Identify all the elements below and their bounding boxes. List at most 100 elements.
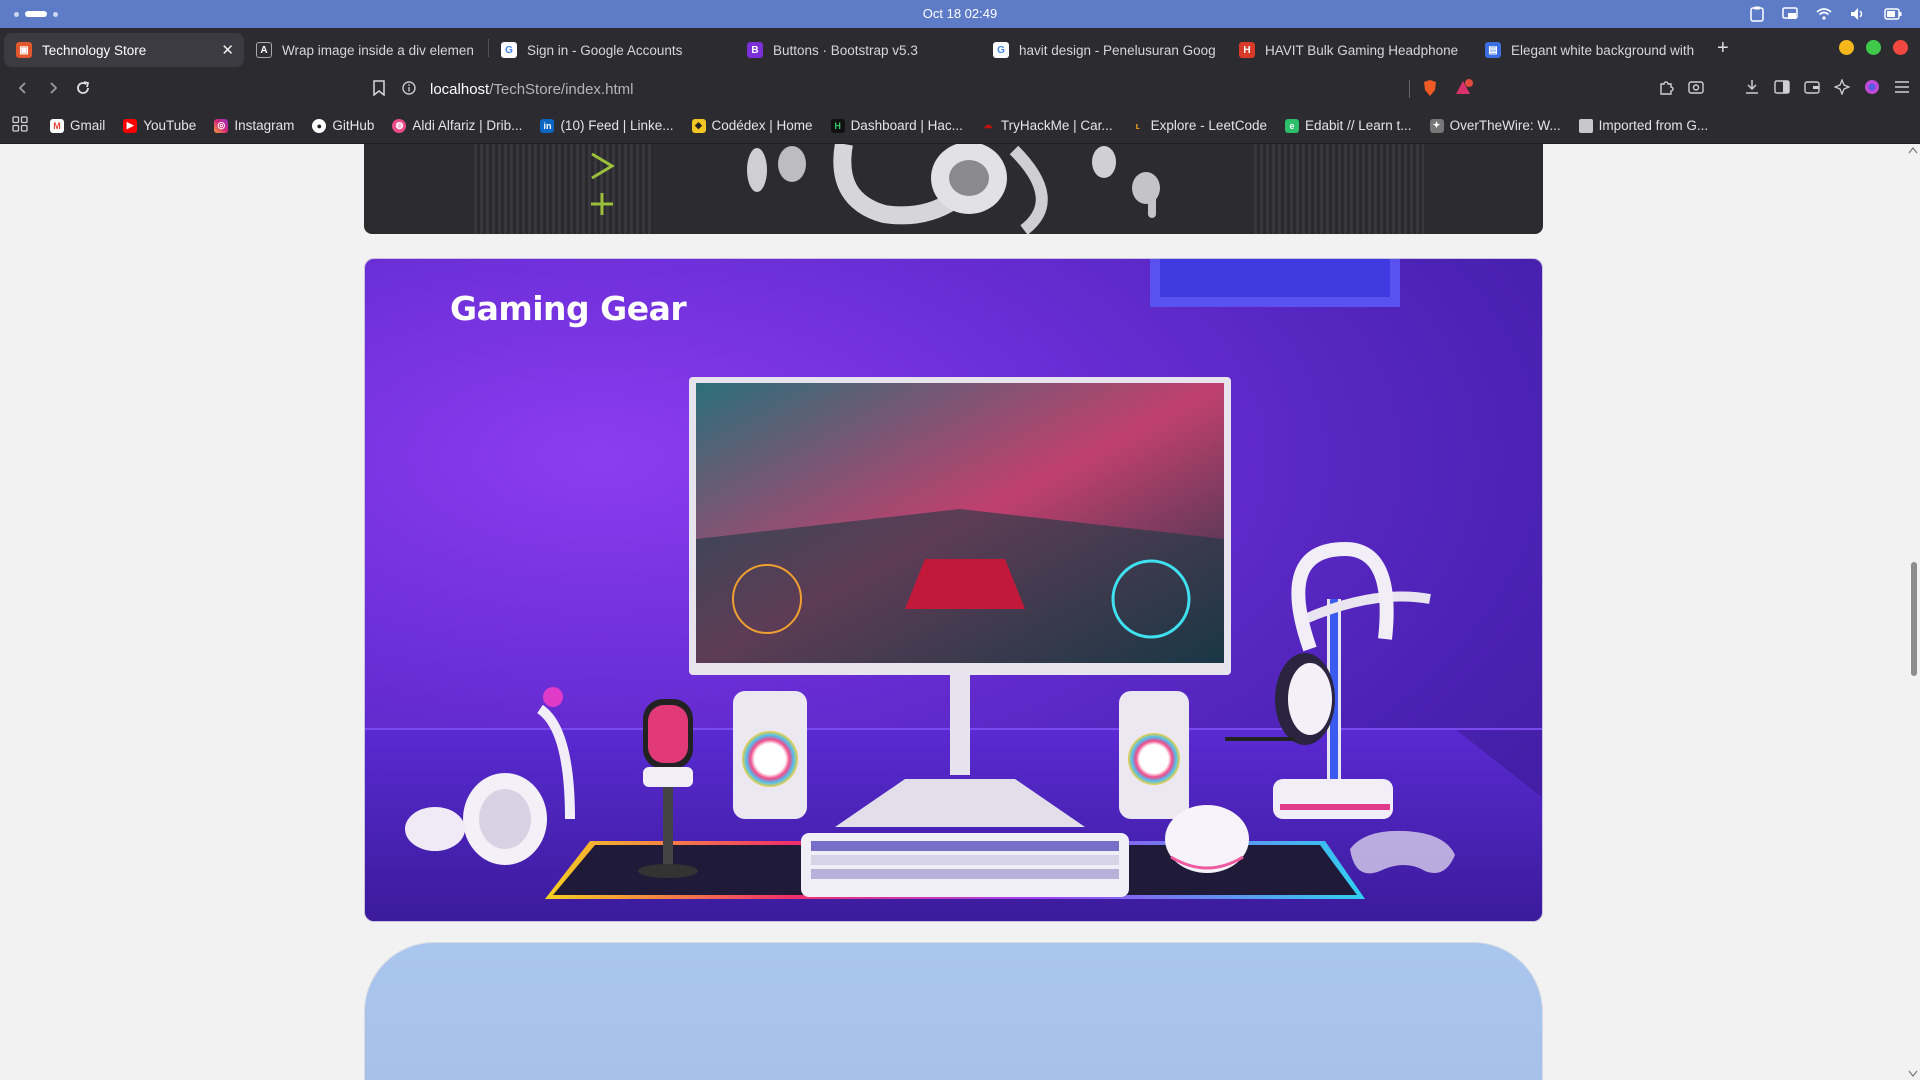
wifi-icon[interactable] <box>1816 8 1832 20</box>
tab-strip: ▣ Technology Store ✕ A Wrap image inside… <box>0 28 1920 68</box>
tab-title: Elegant white background with <box>1511 42 1695 58</box>
bookmark-youtube[interactable]: ▶ YouTube <box>123 118 196 133</box>
close-window-button[interactable] <box>1893 40 1908 55</box>
bookmark-leetcode[interactable]: ʟ Explore - LeetCode <box>1131 118 1267 133</box>
url-divider <box>1409 80 1410 98</box>
bookmark-instagram[interactable]: ◎ Instagram <box>214 118 294 133</box>
leo-ai-icon[interactable] <box>1833 77 1851 98</box>
screenshot-icon[interactable] <box>1688 79 1704 98</box>
bookmark-label: Dashboard | Hac... <box>850 118 963 133</box>
site-info-icon[interactable] <box>402 80 416 98</box>
url-path: /TechStore/index.html <box>489 80 634 98</box>
url-text[interactable]: localhost/TechStore/index.html <box>430 81 633 98</box>
tab-title: Sign in - Google Accounts <box>527 42 683 58</box>
bookmark-label: Codédex | Home <box>711 118 813 133</box>
apps-grid-icon[interactable] <box>12 116 28 135</box>
scroll-up-icon[interactable] <box>1908 146 1918 154</box>
sidebar-icon[interactable] <box>1774 79 1790 98</box>
maximize-button[interactable] <box>1866 40 1881 55</box>
bookmark-dribbble[interactable]: ◍ Aldi Alfariz | Drib... <box>392 118 522 133</box>
new-tab-icon[interactable]: + <box>1717 37 1729 60</box>
tab-havit-search[interactable]: G havit design - Penelusuran Goog <box>981 33 1227 67</box>
bookmark-github[interactable]: ● GitHub <box>312 118 374 133</box>
bookmark-label: TryHackMe | Car... <box>1000 118 1113 133</box>
leetcode-icon: ʟ <box>1135 120 1140 131</box>
next-category-card[interactable] <box>364 942 1543 1080</box>
tab-title: Technology Store <box>42 42 147 58</box>
os-clock[interactable]: Oct 18 02:49 <box>0 0 1920 28</box>
hackerrank-icon: H <box>830 118 845 133</box>
brave-shield-icon[interactable] <box>1422 79 1438 100</box>
bookmark-codedex[interactable]: ◆ Codédex | Home <box>691 118 813 133</box>
screen-cast-icon[interactable] <box>1782 7 1798 21</box>
brave-rewards-icon[interactable] <box>1454 79 1474 100</box>
bookmark-tryhackme[interactable]: ☁ TryHackMe | Car... <box>981 118 1113 133</box>
gaming-gear-title: Gaming Gear <box>450 289 687 328</box>
menu-icon[interactable] <box>1894 80 1910 97</box>
toolbar-actions <box>1658 74 1910 102</box>
bookmark-label: Instagram <box>234 118 295 133</box>
wallet-icon[interactable] <box>1804 79 1820 98</box>
forward-icon[interactable] <box>38 73 68 103</box>
url-host: localhost <box>430 80 490 98</box>
tab-wrap-image[interactable]: A Wrap image inside a div elemen <box>244 33 488 67</box>
tab-technology-store[interactable]: ▣ Technology Store ✕ <box>4 33 244 67</box>
vpn-icon[interactable] <box>1864 79 1880 98</box>
tab-bootstrap-buttons[interactable]: B Buttons · Bootstrap v5.3 <box>735 33 981 67</box>
bookmark-hackerrank[interactable]: H Dashboard | Hac... <box>830 118 963 133</box>
tab-havit-headphone[interactable]: H HAVIT Bulk Gaming Headphone <box>1227 33 1473 67</box>
doc-favicon: ▤ <box>1485 42 1501 58</box>
bookmark-label: Imported from G... <box>1598 118 1709 133</box>
reload-icon[interactable] <box>68 73 98 103</box>
store-favicon: ▣ <box>16 42 32 58</box>
scrollbar-thumb[interactable] <box>1911 562 1917 676</box>
bookmark-label: Aldi Alfariz | Drib... <box>412 118 523 133</box>
dribbble-icon: ◍ <box>392 118 407 133</box>
bookmark-label: OverTheWire: W... <box>1449 118 1561 133</box>
ai-favicon: A <box>256 42 272 58</box>
tab-google-sign-in[interactable]: G Sign in - Google Accounts <box>489 33 735 67</box>
system-tray <box>1750 0 1902 28</box>
gaming-setup-graphic <box>365 259 1542 921</box>
havit-favicon: H <box>1239 42 1255 58</box>
linkedin-icon: in <box>540 118 555 133</box>
tab-title: HAVIT Bulk Gaming Headphone <box>1265 42 1459 58</box>
gaming-gear-card[interactable]: Gaming Gear <box>364 258 1543 922</box>
youtube-icon: ▶ <box>123 118 138 133</box>
clipboard-icon[interactable] <box>1750 6 1764 22</box>
bookmark-edabit[interactable]: e Edabit // Learn t... <box>1284 118 1412 133</box>
close-icon[interactable]: ✕ <box>221 41 234 59</box>
scroll-down-icon[interactable] <box>1908 1070 1918 1078</box>
tab-title: Buttons · Bootstrap v5.3 <box>773 42 918 58</box>
edabit-icon: e <box>1284 118 1299 133</box>
overthewire-icon: ✦ <box>1429 118 1444 133</box>
bookmark-linkedin[interactable]: in (10) Feed | Linke... <box>540 118 674 133</box>
bookmark-label: Gmail <box>70 118 106 133</box>
codedex-icon: ◆ <box>691 118 706 133</box>
bookmark-overthewire[interactable]: ✦ OverTheWire: W... <box>1429 118 1561 133</box>
volume-icon[interactable] <box>1850 7 1866 21</box>
minimize-button[interactable] <box>1839 40 1854 55</box>
bookmark-gmail[interactable]: M Gmail <box>50 118 105 133</box>
bookmark-imported-folder[interactable]: Imported from G... <box>1578 118 1709 133</box>
back-icon[interactable] <box>8 73 38 103</box>
google-favicon: G <box>993 42 1009 58</box>
tab-title: Wrap image inside a div elemen <box>282 42 474 58</box>
page-scrollbar[interactable] <box>1906 144 1920 1080</box>
bookmark-page-icon[interactable] <box>372 79 386 99</box>
os-top-bar: Oct 18 02:49 <box>0 0 1920 28</box>
address-bar[interactable]: localhost/TechStore/index.html <box>373 74 1490 104</box>
gmail-icon: M <box>50 118 64 133</box>
audio-devices-graphic <box>591 144 1160 234</box>
google-favicon: G <box>501 42 517 58</box>
extensions-icon[interactable] <box>1658 79 1674 98</box>
bookmark-label: Explore - LeetCode <box>1150 118 1267 133</box>
tab-elegant-background[interactable]: ▤ Elegant white background with <box>1473 33 1707 67</box>
battery-icon[interactable] <box>1884 8 1902 20</box>
bookmark-label: GitHub <box>332 118 375 133</box>
bookmark-label: (10) Feed | Linke... <box>560 118 674 133</box>
bookmark-label: Edabit // Learn t... <box>1304 118 1412 133</box>
audio-banner-card[interactable] <box>364 144 1543 234</box>
download-icon[interactable] <box>1744 79 1760 98</box>
instagram-icon: ◎ <box>214 118 229 133</box>
